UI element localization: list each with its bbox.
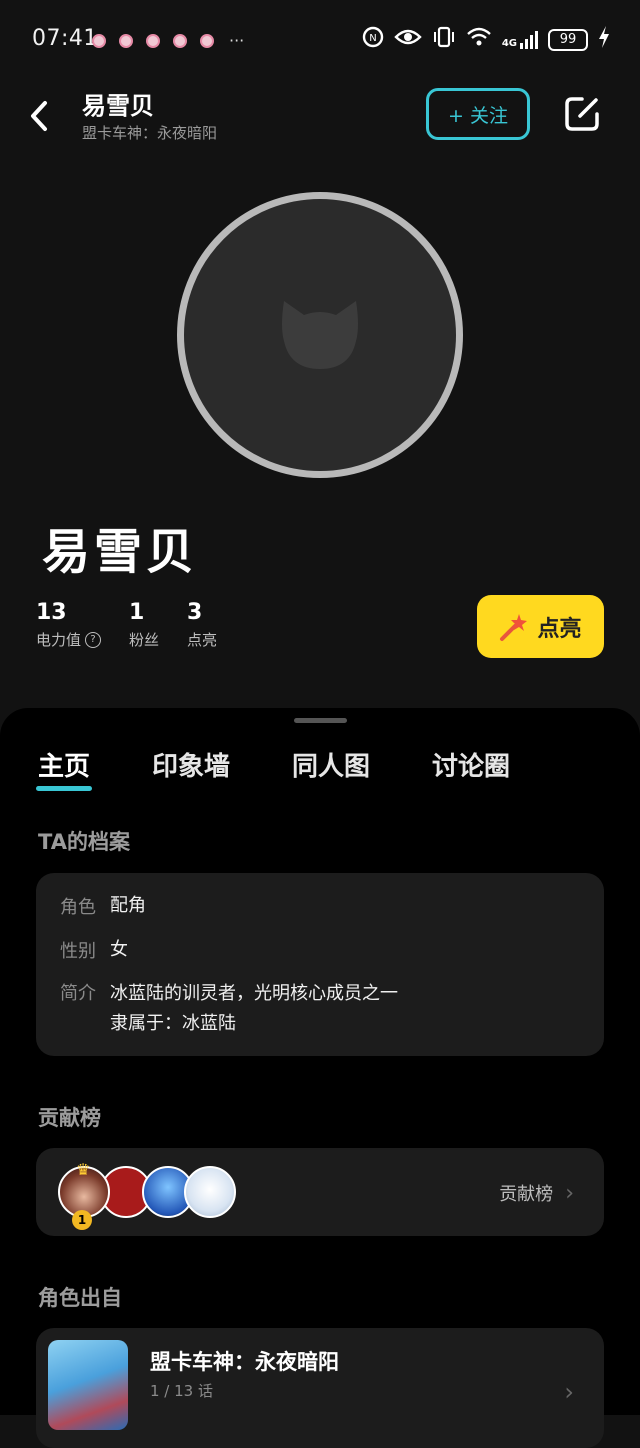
archive-value: 冰蓝陆的训灵者，光明核心成员之一: [110, 983, 398, 1004]
work-cover-image: [48, 1340, 128, 1430]
battery-icon: 99: [548, 28, 588, 51]
content-sheet: 主页 印象墙 同人图 讨论圈 TA的档案 角色 配角 性别 女 简介 冰蓝陆的训…: [0, 708, 640, 1448]
episode-count: 1 / 13 话: [150, 1382, 213, 1400]
light-up-button[interactable]: 点亮: [477, 595, 604, 658]
signal-icon: 4G: [501, 30, 538, 49]
stat-label: 粉丝: [129, 631, 160, 649]
chevron-right-icon: ›: [565, 1180, 574, 1206]
notification-icon: [200, 33, 214, 48]
status-time: 07:41: [32, 26, 98, 51]
crown-icon: ♛: [76, 1160, 91, 1179]
eye-icon: [394, 27, 422, 52]
profile-stats: 13 电力值 ? 1 粉丝 3 点亮: [36, 600, 245, 650]
header-subtitle: 盟卡车神：永夜暗阳: [82, 124, 218, 142]
edit-icon: [565, 97, 599, 131]
profile-name: 易雪贝: [42, 524, 199, 580]
contribution-title: 贡献榜: [38, 1106, 101, 1130]
drag-handle[interactable]: [294, 718, 347, 723]
contributor-1[interactable]: ♛ 1: [58, 1160, 110, 1230]
archive-row-role: 角色 配角: [60, 893, 146, 919]
notification-icon: [173, 33, 187, 48]
contribution-link-label: 贡献榜: [499, 1184, 554, 1205]
stat-label: 点亮: [187, 631, 218, 649]
source-title: 角色出自: [38, 1286, 122, 1310]
notification-icon: [146, 33, 160, 48]
stat-lights[interactable]: 3 点亮: [187, 600, 217, 650]
archive-value-line2: 隶属于：冰蓝陆: [110, 1013, 236, 1034]
profile-avatar[interactable]: [177, 192, 463, 478]
edit-button[interactable]: [562, 94, 602, 134]
contributor-avatars: ♛ 1: [58, 1160, 236, 1230]
stat-value: 3: [187, 600, 203, 625]
archive-value: 配角: [110, 895, 146, 916]
tab-bar: 主页 印象墙 同人图 讨论圈: [35, 746, 510, 791]
status-bar: 07:41 ··· N 4G 99: [0, 0, 640, 80]
system-icons: N 4G 99: [362, 26, 610, 53]
stat-value: 13: [36, 600, 67, 625]
wifi-icon: [466, 27, 492, 52]
follow-button[interactable]: + 关注: [426, 88, 530, 140]
tab-fan-art[interactable]: 同人图: [292, 746, 370, 783]
magic-wand-icon: [500, 613, 528, 641]
light-up-label: 点亮: [537, 616, 582, 642]
top-bar: 易雪贝 盟卡车神：永夜暗阳 + 关注: [0, 80, 640, 160]
tab-discussion[interactable]: 讨论圈: [432, 746, 510, 783]
contribution-card[interactable]: ♛ 1 贡献榜 ›: [36, 1148, 604, 1236]
work-title: 盟卡车神：永夜暗阳: [150, 1350, 339, 1374]
rank-badge: 1: [72, 1210, 92, 1230]
tab-impression-wall[interactable]: 印象墙: [152, 746, 230, 783]
archive-key: 角色: [60, 897, 96, 918]
notification-icons: ···: [92, 31, 244, 50]
notification-icon: [119, 33, 133, 48]
network-type: 4G: [501, 37, 517, 49]
charging-icon: [598, 26, 610, 53]
notification-icon: [92, 33, 106, 48]
stat-label: 电力值: [36, 631, 82, 649]
svg-text:N: N: [369, 33, 376, 44]
tab-home[interactable]: 主页: [35, 746, 93, 791]
stat-value: 1: [129, 600, 145, 625]
archive-key: 简介: [60, 983, 96, 1004]
source-card[interactable]: 盟卡车神：永夜暗阳 1 / 13 话 ›: [36, 1328, 604, 1448]
contribution-link[interactable]: 贡献榜 ›: [499, 1180, 574, 1206]
back-button[interactable]: [24, 98, 54, 134]
archive-key: 性别: [60, 941, 96, 962]
stat-power[interactable]: 13 电力值 ?: [36, 600, 102, 650]
stat-fans[interactable]: 1 粉丝: [129, 600, 159, 650]
cat-placeholder-icon: [282, 301, 358, 369]
help-icon[interactable]: ?: [85, 631, 102, 648]
vibrate-icon: [432, 26, 456, 53]
chevron-left-icon: [31, 101, 47, 131]
archive-row-gender: 性别 女: [60, 937, 128, 963]
more-notifications-icon: ···: [229, 31, 245, 50]
archive-value: 女: [110, 939, 128, 960]
header-title: 易雪贝: [82, 92, 154, 120]
chevron-right-icon[interactable]: ›: [564, 1378, 574, 1406]
archive-card: 角色 配角 性别 女 简介 冰蓝陆的训灵者，光明核心成员之一 隶属于：冰蓝陆: [36, 873, 604, 1056]
avatar[interactable]: [184, 1166, 236, 1218]
nfc-icon: N: [362, 26, 384, 53]
archive-title: TA的档案: [38, 830, 130, 854]
archive-row-intro: 简介 冰蓝陆的训灵者，光明核心成员之一 隶属于：冰蓝陆: [60, 979, 398, 1039]
